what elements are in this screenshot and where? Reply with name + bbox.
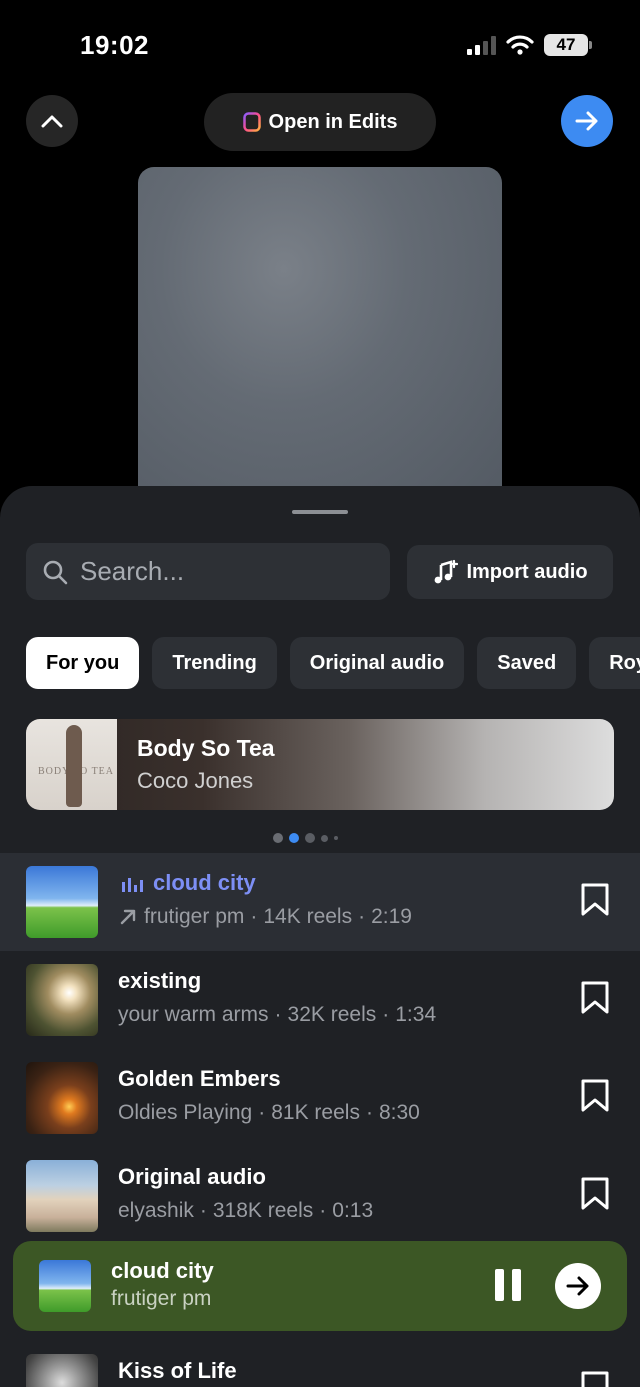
track-meta: your warm arms · 32K reels · 1:34 — [118, 1003, 436, 1027]
pause-icon[interactable] — [495, 1269, 521, 1301]
now-playing-bar[interactable]: cloud city frutiger pm — [13, 1241, 627, 1331]
track-artist: Oldies Playing — [118, 1101, 253, 1124]
meta-separator: · — [258, 1101, 266, 1124]
track-meta: elyashik · 318K reels · 0:13 — [118, 1199, 373, 1223]
track-thumbnail — [26, 866, 98, 938]
edits-logo-icon — [242, 112, 261, 132]
track-duration: 2:19 — [371, 905, 412, 928]
track-row[interactable]: Original audio elyashik · 318K reels · 0… — [0, 1147, 640, 1245]
music-note-plus-icon — [435, 559, 459, 584]
bookmark-icon[interactable] — [580, 1079, 610, 1113]
status-indicators: 47 — [467, 34, 592, 56]
track-duration: 8:30 — [378, 1101, 420, 1124]
tab-saved[interactable]: Saved — [477, 637, 577, 689]
bookmark-icon[interactable] — [580, 981, 610, 1015]
bookmark-icon[interactable] — [580, 883, 610, 917]
track-duration: 1:34 — [395, 1003, 437, 1026]
track-row[interactable]: Golden Embers Oldies Playing · 81K reels… — [0, 1049, 640, 1147]
track-reels: 81K reels — [271, 1101, 360, 1124]
bookmark-icon[interactable] — [580, 1371, 610, 1387]
meta-separator: · — [199, 1199, 207, 1222]
track-artist: elyashik — [118, 1199, 194, 1222]
carousel-page-dots — [273, 833, 338, 843]
track-reels: 318K reels — [212, 1199, 314, 1222]
track-row[interactable]: cloud city frutiger pm · 14K reels · 2:1… — [0, 853, 640, 951]
meta-separator: · — [250, 905, 258, 928]
open-in-edits-label: Open in Edits — [268, 110, 398, 133]
import-audio-button[interactable]: Import audio — [407, 545, 613, 599]
import-audio-label: Import audio — [466, 560, 588, 583]
cellular-signal-icon — [467, 35, 496, 55]
search-placeholder: Search... — [80, 556, 185, 586]
status-time: 19:02 — [80, 30, 149, 60]
track-reels: 32K reels — [287, 1003, 377, 1026]
track-thumbnail — [26, 1062, 98, 1134]
battery-indicator: 47 — [544, 34, 592, 56]
collapse-button[interactable] — [26, 95, 78, 147]
track-title: Golden Embers — [118, 1066, 281, 1091]
meta-separator: · — [319, 1199, 327, 1222]
featured-title: Body So Tea — [137, 735, 275, 761]
open-in-edits-button[interactable]: Open in Edits — [204, 93, 436, 151]
track-title: Original audio — [118, 1164, 266, 1189]
track-title: cloud city — [153, 870, 256, 895]
meta-separator: · — [274, 1003, 282, 1026]
featured-track-card[interactable]: BODY SO TEA Body So Tea Coco Jones — [26, 719, 614, 810]
track-row[interactable]: existing your warm arms · 32K reels · 1:… — [0, 951, 640, 1049]
track-reels: 14K reels — [263, 905, 353, 928]
tab-royalty-free[interactable]: Roya — [589, 637, 640, 689]
track-duration: 0:13 — [332, 1199, 374, 1222]
track-title: Kiss of Life — [118, 1358, 237, 1383]
track-thumbnail — [26, 1160, 98, 1232]
search-icon — [43, 560, 68, 584]
trending-arrow-icon — [120, 909, 136, 925]
bookmark-icon[interactable] — [580, 1177, 610, 1211]
now-playing-thumbnail — [39, 1260, 91, 1312]
category-tabs: For you Trending Original audio Saved Ro… — [26, 637, 640, 689]
track-meta: frutiger pm · 14K reels · 2:19 — [118, 905, 412, 929]
track-thumbnail — [26, 964, 98, 1036]
tab-original-audio[interactable]: Original audio — [289, 637, 465, 689]
now-playing-bars-icon — [122, 878, 143, 892]
next-button[interactable] — [561, 95, 613, 147]
tab-for-you[interactable]: For you — [26, 637, 140, 689]
wifi-icon — [506, 35, 534, 55]
chevron-up-icon — [41, 115, 63, 128]
track-meta: Oldies Playing · 81K reels · 8:30 — [118, 1101, 420, 1125]
track-artist: frutiger pm — [144, 905, 245, 928]
now-playing-title: cloud city — [111, 1258, 214, 1283]
track-row[interactable]: Kiss of Life — [0, 1341, 640, 1387]
arrow-right-icon — [575, 111, 598, 131]
search-input[interactable]: Search... — [26, 543, 390, 600]
meta-separator: · — [365, 1101, 373, 1124]
now-playing-artist: frutiger pm — [111, 1287, 212, 1310]
meta-separator: · — [358, 905, 366, 928]
tab-trending[interactable]: Trending — [152, 637, 277, 689]
featured-album-art: BODY SO TEA — [26, 719, 117, 810]
track-artist: your warm arms — [118, 1003, 269, 1026]
arrow-right-icon — [566, 1276, 589, 1296]
video-preview — [138, 167, 502, 507]
track-thumbnail — [26, 1354, 98, 1387]
track-title: existing — [118, 968, 202, 993]
use-audio-button[interactable] — [555, 1263, 601, 1309]
sheet-grabber[interactable] — [292, 510, 348, 514]
featured-artist: Coco Jones — [137, 768, 254, 793]
meta-separator: · — [382, 1003, 390, 1026]
audio-bottom-sheet: Search... Import audio For you Trending … — [0, 486, 640, 1387]
